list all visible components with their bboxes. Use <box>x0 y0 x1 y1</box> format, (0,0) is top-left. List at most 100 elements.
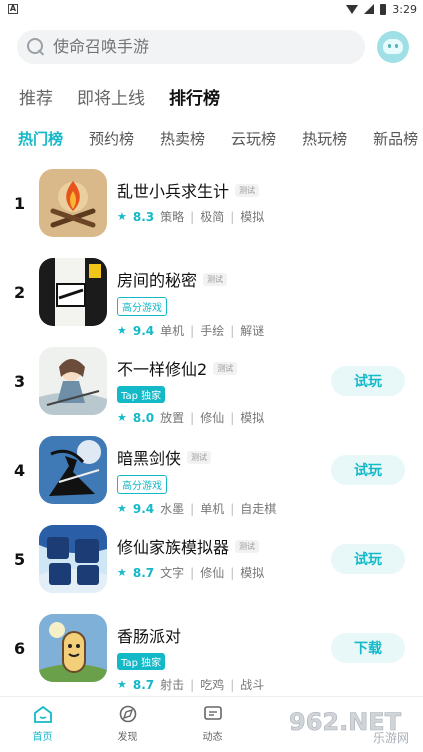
subtab-hot[interactable]: 热门榜 <box>18 128 63 149</box>
app-name[interactable]: 不一样修仙2 <box>117 356 207 380</box>
site-watermark: 962.NET 乐游网 <box>289 704 417 745</box>
app-name[interactable]: 房间的秘密 <box>117 267 197 291</box>
list-item[interactable]: 2 房间的秘密 测试 高分游戏 ★ 9.4 单机 | 手绘 | 解谜 <box>0 255 423 344</box>
sausage-icon[interactable] <box>39 614 107 682</box>
subtab-reserve[interactable]: 预约榜 <box>89 128 134 149</box>
subtab-cloud[interactable]: 云玩榜 <box>231 128 276 149</box>
list-item[interactable]: 6 香肠派对 Tap 独家 ★ 8.7 射击 | 吃鸡 | 战斗 下载 <box>0 611 423 700</box>
separator: | <box>230 501 235 516</box>
xiuxian-family-icon[interactable] <box>39 525 107 593</box>
nav-label: 发现 <box>117 732 138 743</box>
tab-recommend[interactable]: 推荐 <box>19 84 53 109</box>
genre: 战斗 <box>240 678 265 692</box>
test-badge: 测试 <box>203 272 228 286</box>
genre: 模拟 <box>240 210 265 224</box>
app-meta: ★ 8.7 射击 | 吃鸡 | 战斗 <box>117 676 264 693</box>
separator: | <box>190 677 195 692</box>
nav-home[interactable]: 首页 <box>0 697 85 752</box>
app-info: 修仙家族模拟器 测试 ★ 8.7 文字 | 修仙 | 模拟 <box>117 534 264 581</box>
ranking-list: 1 乱世小兵求生计 测试 ★ 8.3 策略 | 极简 | 模拟 2 房间的秘密 … <box>0 166 423 700</box>
list-item[interactable]: 3 不一样修仙2 测试 Tap 独家 ★ 8.0 放置 | 修仙 | 模拟 试玩 <box>0 344 423 433</box>
separator: | <box>190 323 195 338</box>
nav-feed[interactable]: 动态 <box>170 697 255 752</box>
home-icon <box>33 705 52 723</box>
separator: | <box>190 565 195 580</box>
genre: 策略 <box>160 210 185 224</box>
test-badge: 测试 <box>187 450 212 464</box>
tap-exclusive-tag: Tap 独家 <box>117 386 166 403</box>
app-meta: ★ 9.4 单机 | 手绘 | 解谜 <box>117 322 264 339</box>
app-info: 香肠派对 Tap 独家 ★ 8.7 射击 | 吃鸡 | 战斗 <box>117 623 264 693</box>
genre: 射击 <box>160 678 185 692</box>
separator: | <box>230 209 235 224</box>
rank-number: 3 <box>14 372 26 391</box>
high-score-tag: 高分游戏 <box>117 475 167 494</box>
nav-label: 动态 <box>202 732 223 743</box>
genre: 修仙 <box>200 566 225 580</box>
app-meta: ★ 8.3 策略 | 极简 | 模拟 <box>117 208 264 225</box>
signal-icon <box>364 4 375 14</box>
star-icon: ★ <box>117 678 127 691</box>
subtab-hotplay[interactable]: 热玩榜 <box>302 128 347 149</box>
swordsman-icon[interactable] <box>39 436 107 504</box>
rank-number: 5 <box>14 550 26 569</box>
ranking-sub-tabs: 热门榜 预约榜 热卖榜 云玩榜 热玩榜 新品榜 <box>18 128 418 149</box>
test-badge: 测试 <box>235 539 260 553</box>
robot-avatar-icon <box>383 39 403 54</box>
subtab-bestseller[interactable]: 热卖榜 <box>160 128 205 149</box>
watermark-sub: 乐游网 <box>373 731 409 744</box>
search-input[interactable] <box>53 37 303 56</box>
separator: | <box>190 501 195 516</box>
list-item[interactable]: 4 暗黑剑侠 测试 高分游戏 ★ 9.4 水墨 | 单机 | 自走棋 试玩 <box>0 433 423 522</box>
download-button[interactable]: 下载 <box>331 633 405 663</box>
app-info: 暗黑剑侠 测试 高分游戏 ★ 9.4 水墨 | 单机 | 自走棋 <box>117 445 276 517</box>
nav-discover[interactable]: 发现 <box>85 697 170 752</box>
status-bar: A 3:29 <box>0 0 423 18</box>
genre: 解谜 <box>240 324 265 338</box>
app-name[interactable]: 暗黑剑侠 <box>117 445 181 469</box>
genre: 文字 <box>160 566 185 580</box>
status-right: 3:29 <box>346 3 417 16</box>
trial-button[interactable]: 试玩 <box>331 544 405 574</box>
search-box[interactable] <box>17 29 365 64</box>
test-badge: 测试 <box>213 361 238 375</box>
genre: 吃鸡 <box>200 678 225 692</box>
app-info: 房间的秘密 测试 高分游戏 ★ 9.4 单机 | 手绘 | 解谜 <box>117 267 264 339</box>
separator: | <box>190 410 195 425</box>
test-badge: 测试 <box>235 183 260 197</box>
app-name[interactable]: 修仙家族模拟器 <box>117 534 229 558</box>
app-score: 8.3 <box>132 209 155 224</box>
list-item[interactable]: 1 乱世小兵求生计 测试 ★ 8.3 策略 | 极简 | 模拟 <box>0 166 423 255</box>
app-name[interactable]: 乱世小兵求生计 <box>117 178 229 202</box>
subtab-new[interactable]: 新品榜 <box>373 128 418 149</box>
avatar[interactable] <box>377 30 409 63</box>
battery-icon <box>380 3 387 15</box>
rank-number: 6 <box>14 639 26 658</box>
separator: | <box>230 323 235 338</box>
separator: | <box>230 565 235 580</box>
genre: 自走棋 <box>240 502 277 516</box>
app-meta: ★ 8.0 放置 | 修仙 | 模拟 <box>117 409 264 426</box>
app-name[interactable]: 香肠派对 <box>117 623 181 647</box>
status-time: 3:29 <box>392 2 417 16</box>
campfire-icon[interactable] <box>39 169 107 237</box>
tap-exclusive-tag: Tap 独家 <box>117 653 166 670</box>
app-score: 9.4 <box>132 323 155 338</box>
tab-rankings[interactable]: 排行榜 <box>169 84 220 109</box>
star-icon: ★ <box>117 210 127 223</box>
separator: | <box>190 209 195 224</box>
app-info: 不一样修仙2 测试 Tap 独家 ★ 8.0 放置 | 修仙 | 模拟 <box>117 356 264 426</box>
escape-door-icon[interactable] <box>39 258 107 326</box>
rank-number: 1 <box>14 194 26 213</box>
trial-button[interactable]: 试玩 <box>331 455 405 485</box>
main-tabs: 推荐 即将上线 排行榜 <box>19 84 220 109</box>
discover-icon <box>119 705 136 723</box>
search-row <box>17 28 409 65</box>
genre: 放置 <box>160 411 185 425</box>
rank-number: 2 <box>14 283 26 302</box>
list-item[interactable]: 5 修仙家族模拟器 测试 ★ 8.7 文字 | 修仙 | 模拟 试玩 <box>0 522 423 611</box>
tab-upcoming[interactable]: 即将上线 <box>77 84 145 109</box>
trial-button[interactable]: 试玩 <box>331 366 405 396</box>
genre: 单机 <box>200 502 225 516</box>
cultivator-icon[interactable] <box>39 347 107 415</box>
